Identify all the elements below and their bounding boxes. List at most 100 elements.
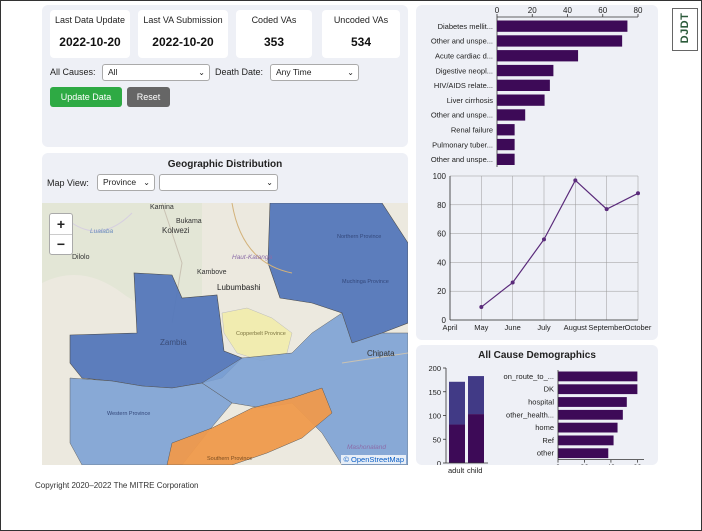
bar bbox=[497, 50, 579, 62]
monthly-line-chart: 020406080100April May June July August Septem… bbox=[433, 172, 652, 332]
x-tick-label: 60 bbox=[598, 6, 607, 15]
x-tick-label: 80 bbox=[634, 6, 643, 15]
causes-label: All Causes: bbox=[50, 67, 96, 77]
death-date-select-value: Any Time bbox=[276, 67, 312, 77]
category-label: Renal failure bbox=[451, 126, 493, 135]
geo-title: Geographic Distribution bbox=[167, 159, 283, 170]
map-view-label: Map View: bbox=[47, 178, 89, 188]
data-point bbox=[542, 237, 546, 242]
category-label: Other and unspe... bbox=[431, 155, 493, 164]
bar-segment bbox=[449, 381, 465, 425]
logo-box: DJDT bbox=[672, 8, 698, 51]
category-label: DK bbox=[544, 385, 554, 394]
bar bbox=[497, 35, 623, 47]
category-label: other bbox=[537, 449, 555, 458]
bar bbox=[558, 435, 614, 446]
stat-value: 353 bbox=[263, 35, 285, 49]
category-label: other_health... bbox=[506, 410, 554, 419]
bar bbox=[558, 409, 623, 420]
update-data-button[interactable]: Update Data bbox=[50, 87, 122, 107]
map-label: Kolwezi bbox=[162, 226, 190, 235]
map[interactable]: Kamina Bukama Lualaba Kolwezi Dilolo Kam… bbox=[42, 203, 408, 465]
bar bbox=[497, 138, 515, 151]
y-tick-label: 50 bbox=[433, 435, 441, 444]
x-tick-label: October bbox=[625, 323, 652, 332]
stat-label: Coded VAs bbox=[251, 15, 297, 25]
data-point bbox=[510, 280, 515, 285]
x-tick-label: August bbox=[564, 323, 588, 332]
causes-select-value: All bbox=[108, 67, 118, 77]
stat-value: 534 bbox=[350, 35, 372, 49]
demographics-title: All Cause Demographics bbox=[478, 350, 596, 361]
region-select[interactable]: ⌄ bbox=[159, 174, 278, 191]
cause-bar-chart: 0 20 40 60 80 Diabetes mellit... Other and uns… bbox=[431, 6, 643, 167]
y-tick-label: 80 bbox=[437, 201, 446, 210]
map-attribution[interactable]: © OpenStreetMap bbox=[341, 455, 406, 464]
category-label: Diabetes mellit... bbox=[438, 22, 493, 31]
death-date-select[interactable]: Any Time ⌄ bbox=[270, 64, 359, 81]
map-label: Lubumbashi bbox=[217, 283, 261, 292]
map-label: Lualaba bbox=[90, 228, 114, 235]
age-stacked-bar-chart: 0 50 100 150 200 bbox=[428, 364, 488, 465]
stat-value: 2022-10-20 bbox=[152, 35, 214, 49]
map-label: Northern Province bbox=[337, 234, 381, 240]
x-tick-label: 60 bbox=[633, 463, 641, 465]
stat-value: 2022-10-20 bbox=[59, 35, 121, 49]
death-date-label: Death Date: bbox=[215, 67, 264, 77]
y-tick-label: 200 bbox=[428, 364, 441, 373]
x-tick-label: adult bbox=[448, 466, 465, 475]
bar-segment bbox=[468, 376, 484, 415]
data-point bbox=[604, 207, 609, 212]
category-label: hospital bbox=[528, 398, 554, 407]
bar bbox=[558, 397, 627, 407]
bar bbox=[497, 94, 545, 106]
bar bbox=[558, 422, 618, 433]
y-tick-label: 40 bbox=[437, 258, 446, 267]
map-label: Kamina bbox=[150, 204, 174, 211]
stat-last-va-submission: Last VA Submission 2022-10-20 bbox=[138, 10, 228, 58]
y-tick-label: 100 bbox=[428, 412, 441, 421]
place-of-death-bar-chart: on_route_to_... DK hospital other_health...… bbox=[504, 370, 644, 465]
footer-copyright: Copyright 2020–2022 The MITRE Corporatio… bbox=[35, 481, 199, 490]
bar-segment bbox=[468, 414, 484, 463]
stat-label: Last VA Submission bbox=[143, 15, 223, 25]
x-tick-label: 20 bbox=[528, 6, 537, 15]
y-tick-label: 0 bbox=[437, 459, 441, 465]
map-label: Mashonaland bbox=[347, 444, 386, 451]
map-label: Kambove bbox=[197, 269, 227, 276]
bar bbox=[497, 153, 515, 165]
category-label: HIV/AIDS relate... bbox=[434, 81, 493, 90]
category-label: Other and unspe... bbox=[431, 111, 493, 120]
causes-select[interactable]: All ⌄ bbox=[102, 64, 210, 81]
map-label: Chipata bbox=[367, 349, 395, 358]
x-tick-label: May bbox=[474, 323, 488, 332]
stat-label: Last Data Update bbox=[54, 15, 126, 25]
stat-uncoded-vas: Uncoded VAs 534 bbox=[322, 10, 400, 58]
data-point bbox=[573, 178, 578, 183]
x-tick-label: July bbox=[537, 323, 551, 332]
map-label: Southern Province bbox=[207, 456, 252, 462]
data-point bbox=[479, 305, 484, 310]
map-label: Zambia bbox=[160, 338, 187, 347]
x-tick-label: 40 bbox=[563, 6, 572, 15]
y-tick-label: 150 bbox=[428, 388, 441, 397]
bar bbox=[497, 124, 515, 136]
map-svg: Kamina Bukama Lualaba Kolwezi Dilolo Kam… bbox=[42, 203, 408, 465]
stat-coded-vas: Coded VAs 353 bbox=[236, 10, 312, 58]
category-label: Digestive neopl... bbox=[435, 66, 493, 75]
category-label: Acute cardiac d... bbox=[435, 52, 493, 61]
bar bbox=[497, 64, 554, 77]
bar bbox=[558, 448, 609, 459]
category-label: Ref bbox=[542, 436, 555, 445]
stat-last-data-update: Last Data Update 2022-10-20 bbox=[50, 10, 130, 58]
x-tick-label: 0 bbox=[556, 463, 560, 465]
zoom-in-button[interactable]: + bbox=[50, 214, 72, 235]
reset-button[interactable]: Reset bbox=[127, 87, 170, 107]
zoom-out-button[interactable]: − bbox=[50, 235, 72, 254]
bar-segment bbox=[449, 424, 465, 463]
y-tick-label: 60 bbox=[437, 230, 446, 239]
bar bbox=[558, 384, 638, 395]
x-tick-label: child bbox=[467, 466, 483, 475]
bar bbox=[497, 109, 526, 121]
map-view-select[interactable]: Province ⌄ bbox=[97, 174, 155, 191]
